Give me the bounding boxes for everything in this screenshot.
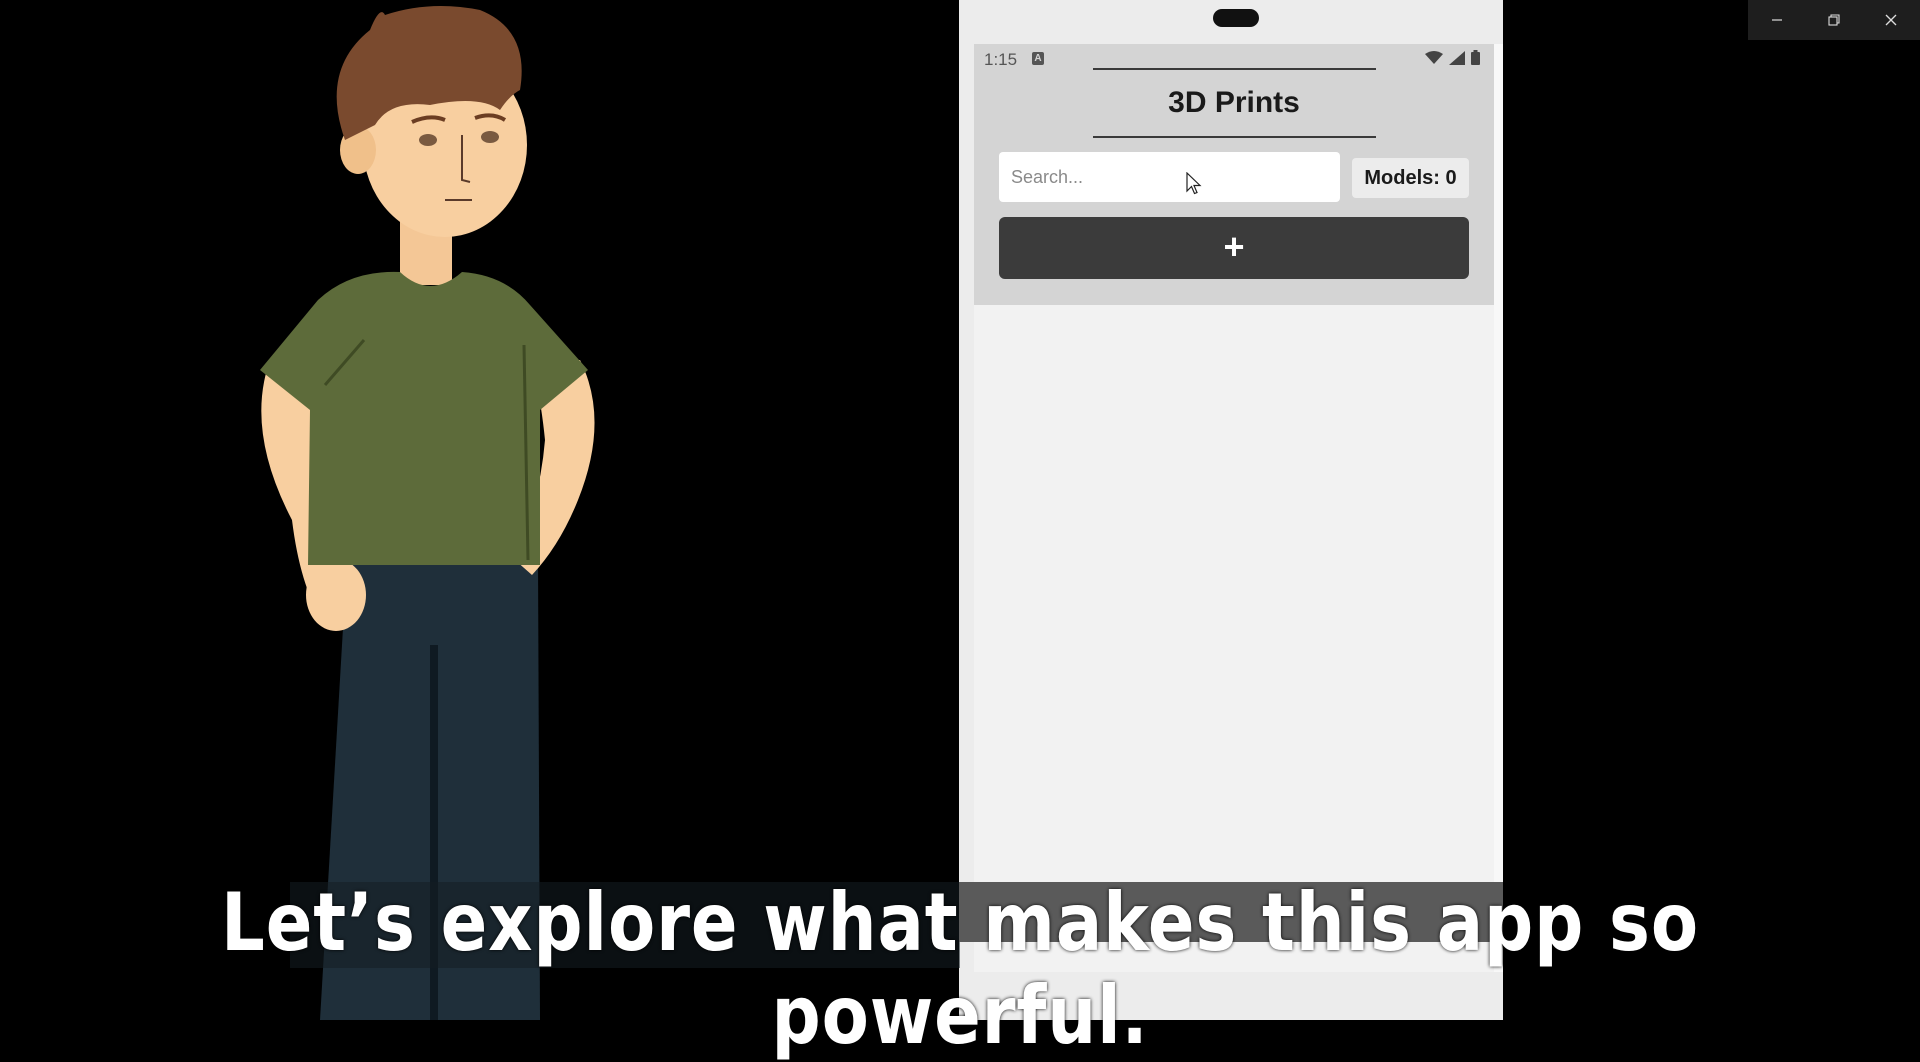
status-a-icon: A (1032, 52, 1044, 65)
battery-icon (1471, 50, 1480, 65)
page-title: 3D Prints (1168, 86, 1300, 119)
video-caption: Let’s explore what makes this app so pow… (221, 876, 1699, 1062)
phone-screen: 1:15 A 3D Prints Models (974, 44, 1494, 972)
phone-frame-edge (1494, 44, 1503, 972)
minimize-button[interactable] (1748, 0, 1805, 40)
title-divider-bottom (1093, 136, 1376, 138)
search-input[interactable] (999, 152, 1340, 202)
signal-icon (1449, 50, 1465, 65)
status-icons (1425, 50, 1480, 65)
minimize-icon (1771, 19, 1782, 21)
status-time: 1:15 (984, 50, 1018, 69)
camera-notch (1213, 9, 1259, 27)
mouse-cursor-icon (1186, 172, 1202, 195)
restore-icon (1827, 14, 1840, 26)
wifi-icon (1425, 50, 1443, 64)
models-count-badge: Models: 0 (1352, 158, 1469, 198)
window-controls (1748, 0, 1920, 40)
close-icon (1885, 14, 1896, 26)
phone-emulator: 1:15 A 3D Prints Models (959, 0, 1503, 1020)
close-button[interactable] (1862, 0, 1919, 40)
title-divider-top (1093, 68, 1376, 70)
cartoon-character-illustration (260, 6, 595, 1020)
restore-button[interactable] (1805, 0, 1862, 40)
app-header: 1:15 A 3D Prints Models (974, 44, 1494, 305)
add-model-button[interactable]: + (999, 217, 1469, 279)
